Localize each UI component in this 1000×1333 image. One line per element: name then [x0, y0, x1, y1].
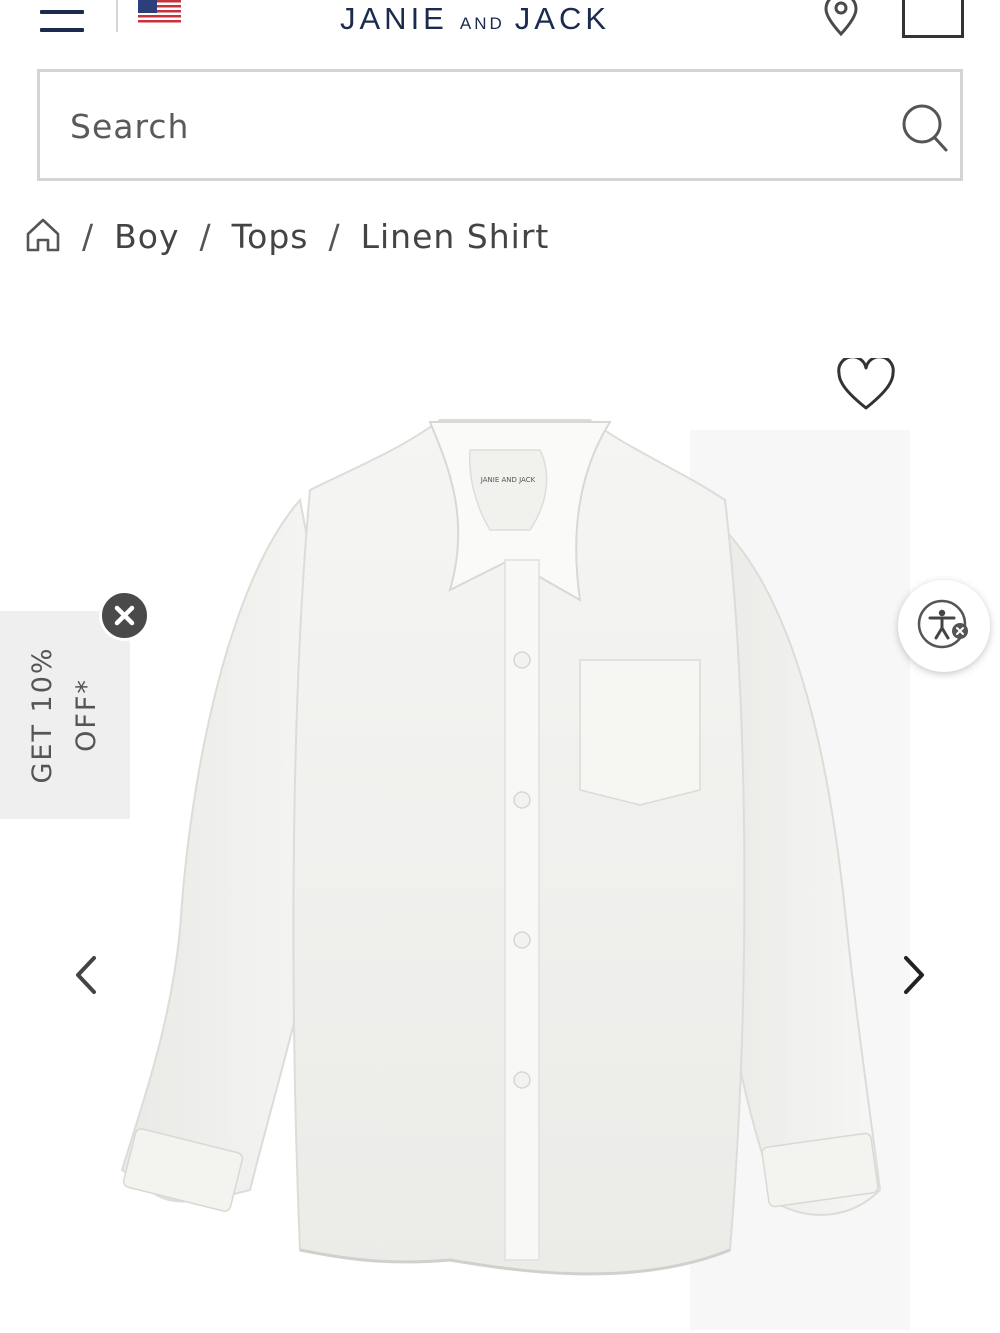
breadcrumb-separator: / [82, 216, 95, 256]
header-divider [116, 0, 118, 32]
search-input[interactable] [70, 98, 850, 154]
shopping-bag-icon[interactable] [902, 0, 964, 38]
promo-tab[interactable]: GET 10% OFF* [0, 611, 130, 819]
breadcrumb-item-tops[interactable]: Tops [232, 217, 309, 256]
hamburger-menu-icon[interactable] [38, 6, 86, 36]
brand-logo-jack: JACK [514, 1, 611, 36]
product-image: JANIE AND JACK [120, 419, 910, 1330]
breadcrumb-item-current: Linen Shirt [360, 216, 550, 256]
promo-line-2: OFF* [71, 678, 102, 752]
product-image-carousel[interactable]: JANIE AND JACK [0, 300, 1000, 1333]
site-header: JANIE AND JACK [0, 0, 1000, 50]
chevron-right-icon[interactable] [894, 950, 934, 1000]
breadcrumb: / Boy / Tops / Linen Shirt [24, 208, 549, 264]
promo-text: GET 10% OFF* [21, 646, 109, 783]
menu-bar-top [40, 10, 84, 14]
breadcrumb-separator: / [328, 216, 341, 256]
brand-logo-and: AND [459, 14, 505, 33]
menu-bar-bottom [40, 28, 84, 32]
breadcrumb-item-boy[interactable]: Boy [114, 217, 179, 256]
accessibility-icon[interactable] [898, 580, 990, 672]
chevron-left-icon[interactable] [66, 950, 106, 1000]
brand-logo-janie: JANIE [340, 1, 448, 36]
breadcrumb-separator: / [199, 216, 212, 256]
search-box [37, 69, 963, 181]
us-flag-icon[interactable] [138, 0, 181, 24]
heart-icon[interactable] [836, 355, 896, 412]
svg-text:JANIE AND JACK: JANIE AND JACK [480, 476, 536, 484]
brand-logo[interactable]: JANIE AND JACK [340, 1, 610, 41]
close-icon[interactable] [99, 590, 150, 641]
promo-line-1: GET 10% [27, 646, 58, 784]
home-icon[interactable] [24, 216, 62, 256]
location-pin-icon[interactable] [820, 0, 862, 38]
search-icon[interactable] [900, 102, 952, 156]
